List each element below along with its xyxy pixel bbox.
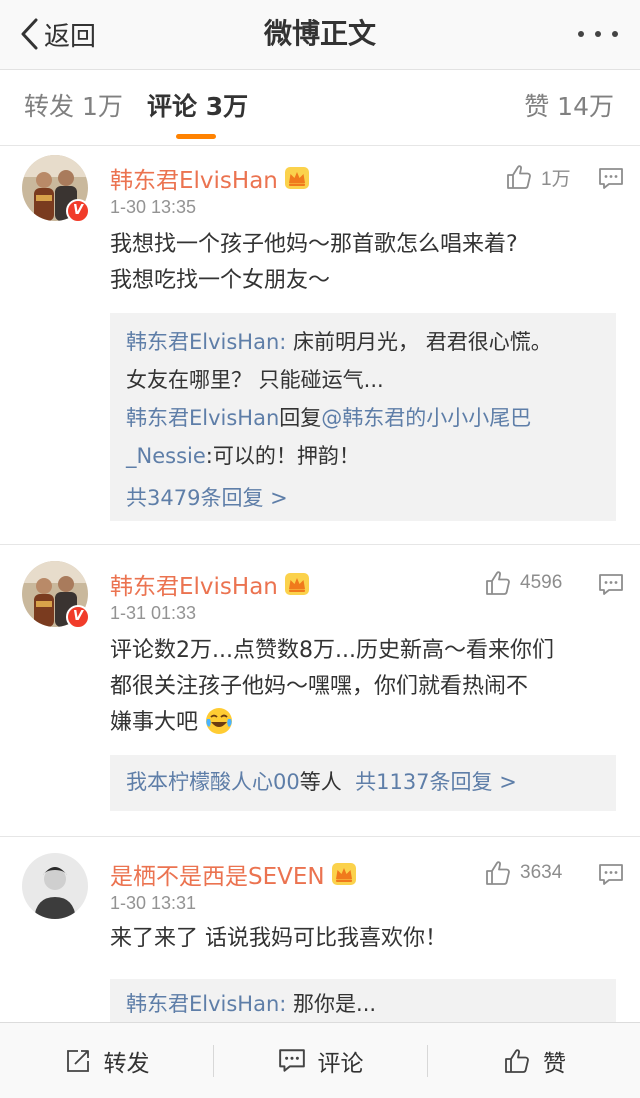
repost-icon	[66, 1050, 89, 1072]
nav-bar: 返回 微博正文	[0, 0, 640, 70]
thumbs-up-icon	[484, 569, 512, 597]
comment-text: 来了来了 话说我妈可比我喜欢你！	[110, 926, 447, 951]
verified-v-icon: V	[66, 605, 90, 629]
like-count: 1万	[541, 168, 571, 190]
vip-crown-icon	[284, 166, 310, 190]
comment-item: V 韩东君ElvisHan 1-31 01:33 4596 评论数2万...点赞…	[0, 545, 640, 837]
bottom-action-bar: 转发 评论 赞	[0, 1022, 640, 1098]
thumbs-up-icon	[505, 163, 533, 191]
thumbs-up-icon	[484, 859, 512, 887]
reply-box[interactable]: 韩东君ElvisHan: 床前明月光， 君君很心慌。 女友在哪里？ 只能碰运气.…	[110, 313, 616, 521]
reply-summary: 我本柠檬酸人心00等人 共1137条回复 >	[126, 770, 517, 794]
comment-time: 1-30 13:31	[110, 893, 197, 913]
comment-time: 1-31 01:33	[110, 603, 197, 623]
tab-comment[interactable]: 评论 3万	[147, 92, 248, 122]
tab-like[interactable]: 赞 14万	[524, 92, 614, 122]
like-bottom-button[interactable]: 赞	[428, 1023, 640, 1098]
comment-time: 1-30 13:35	[110, 197, 197, 217]
view-replies-link[interactable]: 共1137条回复 >	[355, 770, 517, 794]
reply-line: 女友在哪里？ 只能碰运气...	[126, 368, 384, 392]
comment-username[interactable]: 韩东君ElvisHan	[110, 567, 278, 601]
page-title: 微博正文	[263, 17, 376, 50]
comment-list: V 韩东君ElvisHan 1-30 13:35 1万 我想找一个孩子他妈～那首…	[0, 147, 640, 1039]
comment-username[interactable]: 是栖不是西是SEVEN	[110, 857, 325, 891]
reply-line: 韩东君ElvisHan: 那你是...	[126, 992, 377, 1016]
like-count: 4596	[520, 572, 563, 593]
like-button[interactable]: 4596	[484, 569, 562, 597]
more-dots-icon[interactable]	[578, 27, 618, 41]
vip-crown-icon	[331, 862, 357, 886]
comment-username[interactable]: 韩东君ElvisHan	[110, 161, 278, 195]
comment-text: 我想找一个孩子他妈～那首歌怎么唱来着? 我想吃找一个女朋友～	[110, 232, 518, 293]
reply-line: 韩东君ElvisHan回复@韩东君的小小小尾巴	[126, 406, 532, 430]
comment-bubble-icon[interactable]	[598, 167, 624, 191]
reply-line: _Nessie:可以的！押韵！	[126, 444, 360, 468]
avatar[interactable]	[22, 853, 88, 919]
comment-button[interactable]: 评论	[214, 1023, 427, 1098]
tab-repost[interactable]: 转发 1万	[24, 92, 123, 122]
like-button[interactable]: 3634	[484, 859, 562, 887]
verified-v-icon: V	[66, 199, 90, 223]
like-button[interactable]: 1万	[505, 163, 571, 191]
laughing-tears-emoji	[206, 708, 233, 734]
repost-button[interactable]: 转发	[0, 1023, 213, 1098]
view-replies-link[interactable]: 共3479条回复 >	[126, 479, 600, 517]
comment-item: 是栖不是西是SEVEN 1-30 13:31 3634 来了来了 话说我妈可比我…	[0, 837, 640, 1039]
like-count: 3634	[520, 862, 563, 883]
thumbs-up-icon	[505, 1049, 529, 1073]
comment-bubble-icon[interactable]	[598, 573, 624, 597]
comment-text: 评论数2万...点赞数8万...历史新高～看来你们 都很关注孩子他妈～嘿嘿，你们…	[110, 638, 554, 735]
comment-bubble-icon[interactable]	[598, 863, 624, 887]
tab-bar: 转发 1万 评论 3万 赞 14万	[0, 70, 640, 146]
reply-line: 韩东君ElvisHan: 床前明月光， 君君很心慌。	[126, 330, 552, 354]
comment-item: V 韩东君ElvisHan 1-30 13:35 1万 我想找一个孩子他妈～那首…	[0, 147, 640, 545]
tab-active-indicator	[176, 134, 216, 139]
vip-crown-icon	[284, 572, 310, 596]
reply-box[interactable]: 我本柠檬酸人心00等人 共1137条回复 >	[110, 755, 616, 811]
comment-bubble-icon	[278, 1049, 305, 1072]
